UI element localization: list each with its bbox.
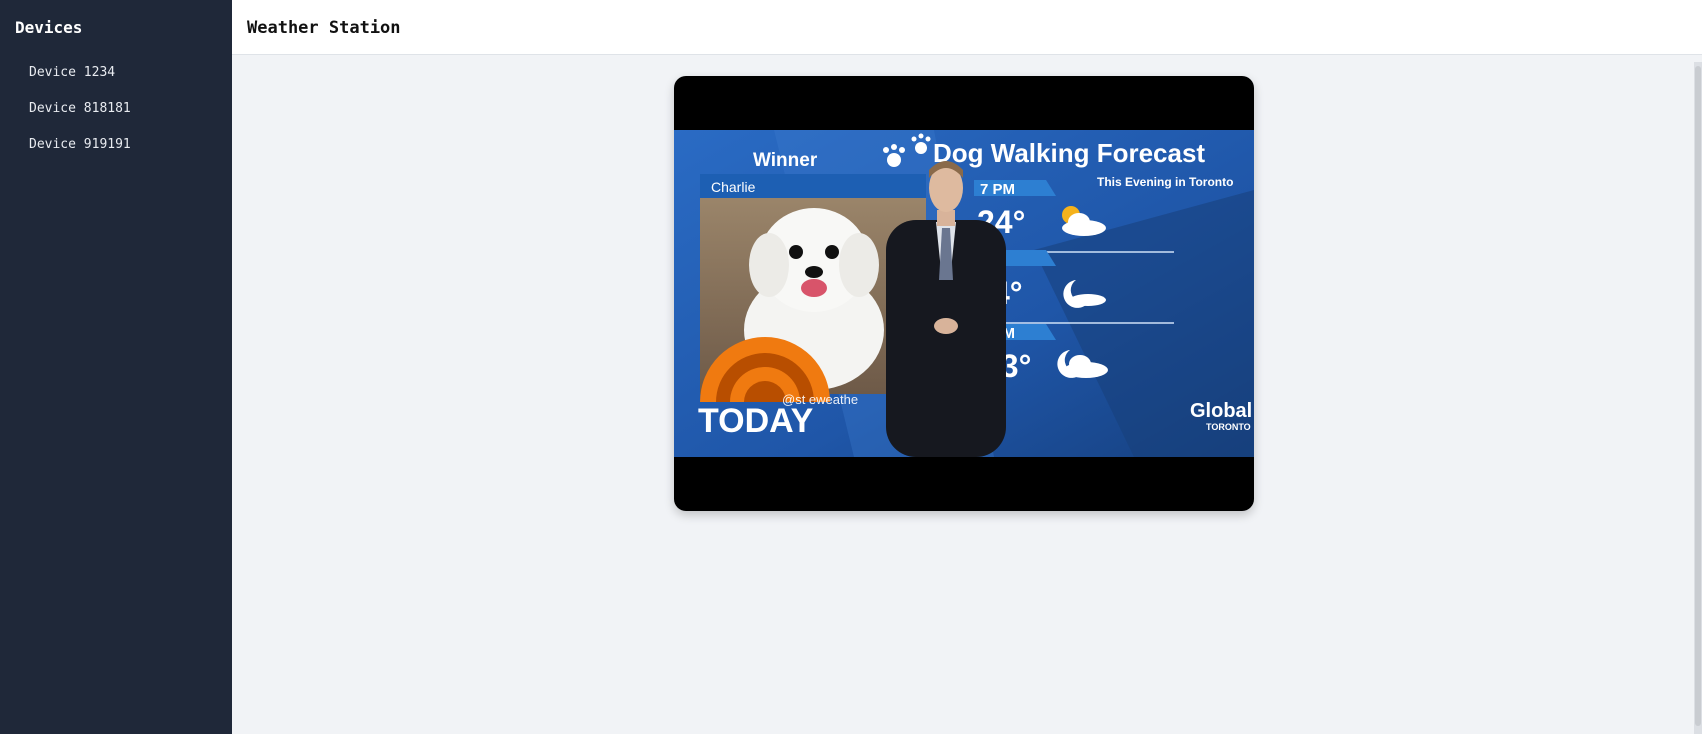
winner-label: Winner <box>753 150 818 171</box>
main-content: Winner Charlie TODAY @st eweathe Dog Wal… <box>232 55 1702 734</box>
video-player[interactable]: Winner Charlie TODAY @st eweathe Dog Wal… <box>674 76 1254 511</box>
network-logo: Global <box>1190 400 1252 422</box>
forecast-time-1: 7 PM <box>980 181 1015 198</box>
sidebar-item-device-818181[interactable]: Device 818181 <box>0 98 232 134</box>
social-handle: @st eweathe <box>782 392 858 407</box>
sidebar: Devices Device 1234 Device 818181 Device… <box>0 0 232 734</box>
sidebar-item-device-1234[interactable]: Device 1234 <box>0 62 232 98</box>
page-title: Weather Station <box>247 18 401 38</box>
sidebar-title: Devices <box>15 18 83 37</box>
network-city: TORONTO <box>1206 422 1251 432</box>
page-scrollbar[interactable] <box>1694 62 1702 734</box>
forecast-title: Dog Walking Forecast <box>933 138 1205 168</box>
forecast-subtitle: This Evening in Toronto <box>1097 175 1233 189</box>
svg-text:TODAY: TODAY <box>698 402 814 440</box>
sidebar-item-device-919191[interactable]: Device 919191 <box>0 134 232 170</box>
video-frame: Winner Charlie TODAY @st eweathe Dog Wal… <box>674 130 1254 457</box>
scrollbar-thumb[interactable] <box>1695 66 1701 726</box>
top-header: Weather Station <box>232 0 1702 55</box>
device-list: Device 1234 Device 818181 Device 919191 <box>0 62 232 170</box>
dog-name: Charlie <box>711 179 756 195</box>
